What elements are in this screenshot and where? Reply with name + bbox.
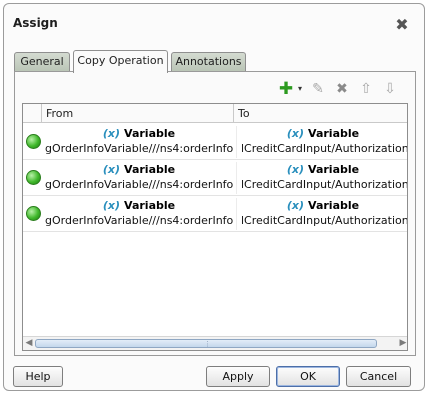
to-path: lCreditCardInput/Authorization//ns (241, 142, 407, 155)
arrow-down-icon[interactable]: ⇩ (381, 80, 399, 98)
status-ok-icon (26, 206, 41, 221)
variable-icon: (x) (102, 127, 121, 140)
tab-annotations[interactable]: Annotations (171, 52, 246, 72)
to-cell[interactable]: (x) Variable lCreditCardInput/Authorizati… (236, 198, 407, 230)
help-button[interactable]: Help (13, 366, 63, 387)
dialog-title: Assign (13, 16, 58, 30)
status-ok-icon (26, 134, 41, 149)
copy-operation-panel: ✚ ▾ ✎ ✖ ⇧ ⇩ From To (x) Variable gOrderIn… (14, 71, 416, 356)
variable-icon: (x) (286, 199, 305, 212)
to-path: lCreditCardInput/Authorization//ns (241, 178, 407, 191)
scroll-left-icon[interactable]: ◀ (23, 337, 35, 350)
from-cell[interactable]: (x) Variable gOrderInfoVariable///ns4:ord… (45, 198, 233, 230)
pencil-icon[interactable]: ✎ (309, 80, 327, 98)
from-type: Variable (124, 127, 176, 140)
apply-button[interactable]: Apply (206, 366, 270, 387)
tab-copy-operation[interactable]: Copy Operation (73, 50, 168, 73)
toolbar: ✚ ▾ ✎ ✖ ⇧ ⇩ (277, 80, 405, 98)
variable-icon: (x) (102, 163, 121, 176)
chevron-down-icon[interactable]: ▾ (291, 80, 309, 98)
scroll-right-icon[interactable]: ▶ (397, 337, 407, 350)
to-type: Variable (308, 127, 360, 140)
to-path: lCreditCardInput/Authorization//ns (241, 214, 407, 227)
from-path: gOrderInfoVariable///ns4:orderInfo... (45, 214, 233, 227)
column-header-to[interactable]: To (233, 104, 407, 123)
variable-icon: (x) (286, 163, 305, 176)
table-row[interactable]: (x) Variable gOrderInfoVariable///ns4:ord… (23, 124, 407, 160)
variable-icon: (x) (286, 127, 305, 140)
close-icon[interactable]: ✖ (394, 17, 410, 33)
ok-button[interactable]: OK (276, 366, 340, 387)
from-path: gOrderInfoVariable///ns4:orderInfo... (45, 142, 233, 155)
from-type: Variable (124, 199, 176, 212)
to-cell[interactable]: (x) Variable lCreditCardInput/Authorizati… (236, 126, 407, 158)
from-cell[interactable]: (x) Variable gOrderInfoVariable///ns4:ord… (45, 126, 233, 158)
status-ok-icon (26, 170, 41, 185)
to-cell[interactable]: (x) Variable lCreditCardInput/Authorizati… (236, 162, 407, 194)
copy-rules-table: From To (x) Variable gOrderInfoVariable//… (22, 103, 408, 351)
x-icon[interactable]: ✖ (333, 80, 351, 98)
arrow-up-icon[interactable]: ⇧ (357, 80, 375, 98)
column-header-from[interactable]: From (41, 104, 233, 123)
variable-icon: (x) (102, 199, 121, 212)
horizontal-scrollbar[interactable]: ◀ ⋮ ▶ (23, 336, 407, 350)
table-header: From To (23, 104, 407, 123)
to-type: Variable (308, 163, 360, 176)
tab-general[interactable]: General (14, 52, 70, 72)
from-type: Variable (124, 163, 176, 176)
from-cell[interactable]: (x) Variable gOrderInfoVariable///ns4:ord… (45, 162, 233, 194)
grip-icon: ⋮ (204, 340, 211, 348)
to-type: Variable (308, 199, 360, 212)
assign-dialog: Assign ✖ General Copy Operation Annotati… (3, 3, 425, 391)
table-row[interactable]: (x) Variable gOrderInfoVariable///ns4:ord… (23, 196, 407, 232)
table-row[interactable]: (x) Variable gOrderInfoVariable///ns4:ord… (23, 160, 407, 196)
from-path: gOrderInfoVariable///ns4:orderInfo... (45, 178, 233, 191)
cancel-button[interactable]: Cancel (346, 366, 411, 387)
scrollbar-thumb[interactable]: ⋮ (35, 339, 377, 348)
